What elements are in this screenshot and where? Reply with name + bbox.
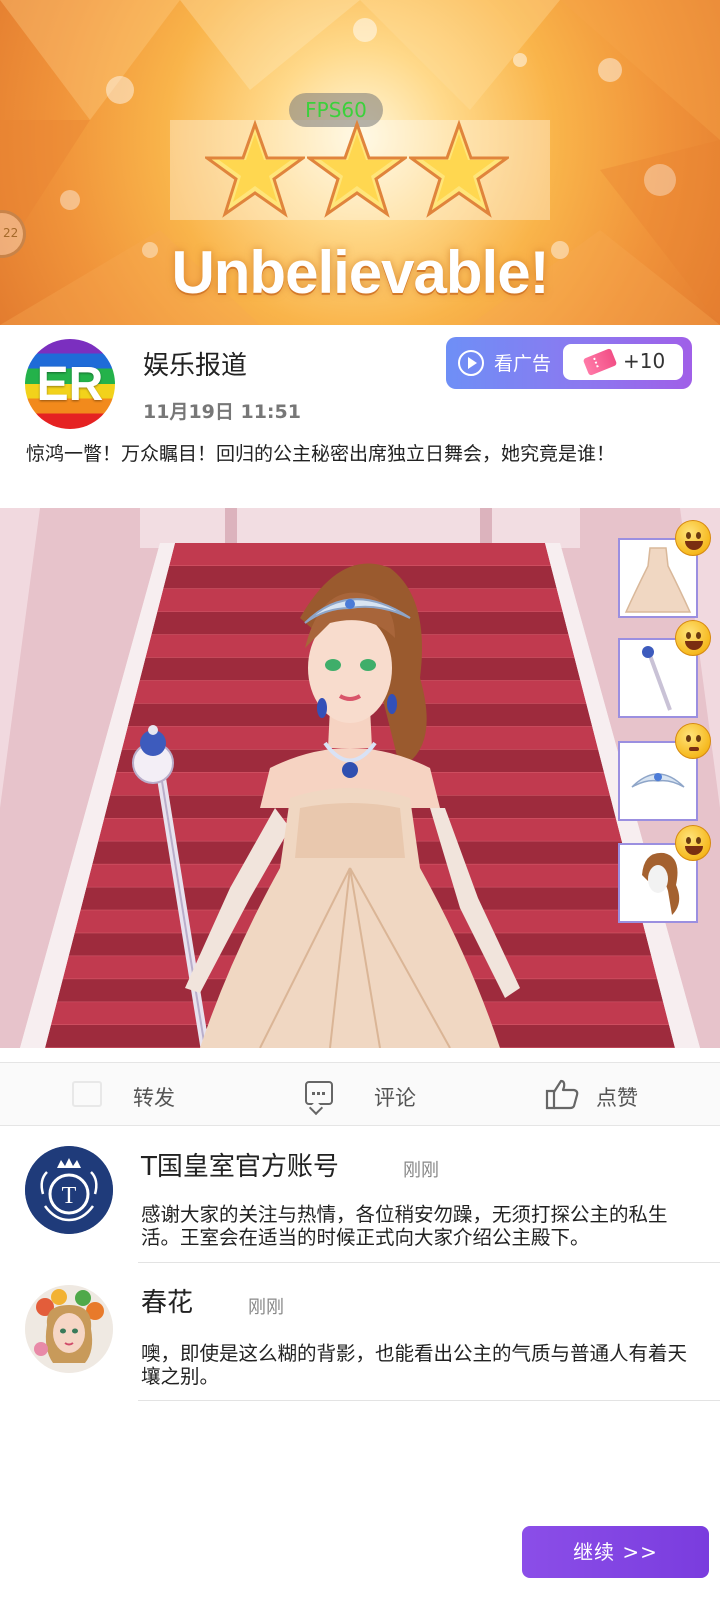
svg-text:T: T [62, 1183, 77, 1209]
star-rating [202, 119, 515, 225]
continue-button[interactable]: 继续 >> [522, 1526, 709, 1578]
result-headline: Unbelievable! [171, 239, 549, 306]
share-label: 转发 [133, 1086, 175, 1110]
author-avatar[interactable]: ER [25, 339, 115, 429]
share-button[interactable]: 转发 [0, 1063, 240, 1127]
like-button[interactable]: 点赞 [480, 1063, 720, 1127]
comment-button[interactable]: 评论 [240, 1063, 480, 1127]
user-avatar-chunhua[interactable] [25, 1285, 113, 1373]
thumbs-up-icon [545, 1079, 579, 1110]
play-icon [458, 350, 484, 376]
princess-character [132, 563, 520, 1048]
comment-label: 评论 [374, 1086, 416, 1110]
comment-author: 春花 [141, 1288, 194, 1318]
post-text: 惊鸿一瞥！万众瞩目！回归的公主秘密出席独立日舞会，她究竟是谁！ [26, 443, 616, 465]
girl-avatar-icon [25, 1285, 113, 1373]
reaction-neutral-icon [675, 723, 711, 759]
avatar-text: ER [36, 358, 104, 411]
royal-crest-avatar[interactable]: T [25, 1146, 113, 1234]
comment-item: 春花 刚刚 噢，即使是这么糊的背影，也能看出公主的气质与普通人有着天壤之别。 [0, 1285, 720, 1403]
scene-image [0, 508, 720, 1048]
watch-ad-button[interactable]: 看广告 +10 [446, 337, 692, 389]
watch-ad-label: 看广告 [494, 353, 552, 375]
ad-reward-pill: +10 [563, 344, 683, 380]
comment-author: T国皇室官方账号 [141, 1152, 339, 1182]
result-banner: FPS60 22 Unbelievable! [0, 0, 720, 325]
comment-item: T T国皇室官方账号 刚刚 感谢大家的关注与热情，各位稍安勿躁，无须打探公主的私… [0, 1146, 720, 1264]
comment-time: 刚刚 [248, 1297, 284, 1318]
author-name: 娱乐报道 [143, 351, 248, 381]
comment-divider [138, 1262, 720, 1263]
reaction-grinning-icon [675, 520, 711, 556]
star-icon [202, 119, 308, 220]
reaction-grinning-icon [675, 825, 711, 861]
ad-reward-amount: +10 [623, 349, 666, 373]
ticket-icon [582, 348, 618, 376]
comment-text: 噢，即使是这么糊的背影，也能看出公主的气质与普通人有着天壤之别。 [141, 1342, 688, 1388]
post-header: ER 娱乐报道 11月19日 11:51 看广告 +10 惊鸿一瞥！万众瞩目！回… [0, 325, 720, 508]
comment-icon [305, 1081, 333, 1105]
crest-icon: T [25, 1146, 113, 1234]
action-bar: 转发 评论 点赞 [0, 1062, 720, 1126]
star-icon [304, 119, 410, 220]
comment-divider [138, 1400, 720, 1401]
share-icon [72, 1081, 102, 1107]
post-timestamp: 11月19日 11:51 [143, 401, 301, 423]
like-label: 点赞 [596, 1086, 638, 1110]
comment-text: 感谢大家的关注与热情，各位稍安勿躁，无须打探公主的私生活。王室会在适当的时候正式… [141, 1203, 668, 1249]
star-icon [406, 119, 512, 220]
reaction-grinning-icon [675, 620, 711, 656]
comment-time: 刚刚 [403, 1160, 439, 1181]
